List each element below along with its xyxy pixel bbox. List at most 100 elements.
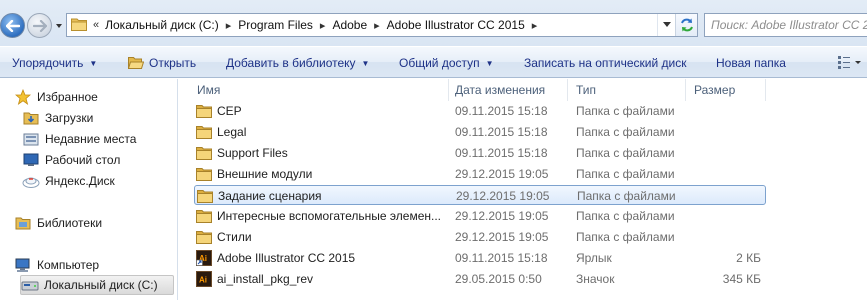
- star-icon: [14, 88, 32, 106]
- file-type: Значок: [576, 272, 615, 286]
- file-name-cell: Legal: [196, 122, 452, 142]
- file-row[interactable]: Стили 29.12.2015 19:05 Папка с файлами: [194, 227, 766, 247]
- nav-local-disk[interactable]: Локальный диск (C:): [20, 275, 174, 295]
- address-dropdown-icon[interactable]: [657, 14, 675, 36]
- file-type: Папка с файлами: [576, 125, 675, 139]
- search-input[interactable]: Поиск: Adobe Illustrator CC 2015: [704, 13, 867, 37]
- burn-label: Записать на оптический диск: [524, 56, 687, 70]
- chevron-down-icon: ▼: [89, 58, 98, 68]
- history-dropdown-icon[interactable]: [55, 22, 63, 30]
- file-type: Папка с файлами: [576, 167, 675, 181]
- file-name-cell: Задание сценария: [197, 186, 453, 206]
- nav-favorites[interactable]: Избранное: [14, 87, 192, 107]
- view-options-button[interactable]: [837, 55, 863, 69]
- file-name: ai_install_pkg_rev: [217, 272, 314, 286]
- breadcrumb-separator-icon[interactable]: ▸: [320, 19, 326, 32]
- file-name: Стили: [217, 230, 252, 244]
- nav-computer-label: Компьютер: [37, 258, 100, 272]
- breadcrumb-adobe[interactable]: Adobe: [332, 18, 367, 32]
- file-row[interactable]: Ai Adobe Illustrator CC 2015 09.11.2015 15…: [194, 248, 766, 268]
- add-to-library-button[interactable]: Добавить в библиотеку ▼: [220, 51, 375, 75]
- address-box[interactable]: « Локальный диск (C:) ▸ Program Files ▸ …: [66, 13, 698, 37]
- file-name-cell: Интересные вспомогательные элемен...: [196, 206, 452, 226]
- nav-yandex-disk[interactable]: Яндекс.Диск: [22, 171, 200, 191]
- burn-button[interactable]: Записать на оптический диск: [518, 51, 693, 75]
- refresh-icon[interactable]: [675, 14, 697, 36]
- breadcrumb-separator-icon[interactable]: ▸: [532, 19, 538, 32]
- folder-icon: [197, 188, 213, 204]
- share-button[interactable]: Общий доступ ▼: [393, 51, 500, 75]
- folder-icon: [196, 145, 212, 161]
- chevron-down-icon: ▼: [485, 58, 494, 68]
- nav-downloads[interactable]: Загрузки: [22, 108, 200, 128]
- file-date: 29.05.2015 0:50: [455, 272, 542, 286]
- nav-desktop[interactable]: Рабочий стол: [22, 150, 200, 170]
- file-type: Папка с файлами: [576, 230, 675, 244]
- column-header-size[interactable]: Размер: [686, 79, 766, 101]
- breadcrumb-overflow[interactable]: «: [93, 19, 99, 31]
- organize-label: Упорядочить: [12, 56, 84, 70]
- downloads-folder-icon: [22, 109, 40, 127]
- add-to-library-label: Добавить в библиотеку: [226, 56, 356, 70]
- file-name: Задание сценария: [218, 189, 322, 203]
- file-size: [694, 101, 761, 121]
- file-row[interactable]: Ai ai_install_pkg_rev 29.05.2015 0:50 Значо…: [194, 269, 766, 289]
- nav-computer[interactable]: Компьютер: [14, 255, 192, 275]
- file-list: Имя Дата изменения Тип Размер CEP 09.11.2…: [179, 79, 867, 300]
- open-button[interactable]: Открыть: [122, 51, 202, 75]
- chevron-down-icon: ▼: [361, 58, 370, 68]
- nav-recent-places[interactable]: Недавние места: [22, 129, 200, 149]
- back-button[interactable]: [0, 13, 25, 38]
- svg-text:Ai: Ai: [199, 276, 207, 285]
- breadcrumb-separator-icon[interactable]: ▸: [226, 19, 232, 32]
- nav-libraries-label: Библиотеки: [37, 216, 103, 230]
- file-name: Внешние модули: [217, 167, 313, 181]
- file-row[interactable]: Задание сценария 29.12.2015 19:05 Папка с …: [194, 185, 766, 205]
- folder-icon: [196, 229, 212, 245]
- file-date: 29.12.2015 19:05: [455, 230, 549, 244]
- breadcrumb-illustrator[interactable]: Adobe Illustrator CC 2015: [387, 18, 525, 32]
- breadcrumb-local-disk[interactable]: Локальный диск (C:): [105, 18, 219, 32]
- folder-icon: [196, 103, 212, 119]
- file-name-cell: Support Files: [196, 143, 452, 163]
- file-size: [694, 227, 761, 247]
- column-header-name[interactable]: Имя: [189, 79, 449, 101]
- file-size: [695, 186, 762, 206]
- file-row[interactable]: CEP 09.11.2015 15:18 Папка с файлами: [194, 101, 766, 121]
- nav-libraries[interactable]: Библиотеки: [14, 213, 192, 233]
- file-date: 09.11.2015 15:18: [455, 251, 548, 265]
- file-date: 09.11.2015 15:18: [455, 146, 548, 160]
- file-date: 09.11.2015 15:18: [455, 104, 548, 118]
- view-options-icon: [838, 56, 861, 69]
- recent-places-icon: [22, 130, 40, 148]
- folder-icon: [196, 166, 212, 182]
- file-name: Legal: [217, 125, 247, 139]
- file-row[interactable]: Внешние модули 29.12.2015 19:05 Папка с фа…: [194, 164, 766, 184]
- column-size-label: Размер: [694, 83, 736, 97]
- nav-downloads-label: Загрузки: [45, 111, 94, 125]
- file-type: Папка с файлами: [576, 146, 675, 160]
- file-name-cell: CEP: [196, 101, 452, 121]
- nav-recent-places-label: Недавние места: [45, 132, 137, 146]
- organize-button[interactable]: Упорядочить ▼: [6, 51, 103, 75]
- breadcrumb-program-files[interactable]: Program Files: [238, 18, 313, 32]
- back-arrow-icon: [5, 19, 20, 32]
- new-folder-button[interactable]: Новая папка: [710, 51, 792, 75]
- file-type: Папка с файлами: [576, 104, 675, 118]
- nav-local-disk-label: Локальный диск (C:): [44, 278, 158, 292]
- file-name: Интересные вспомогательные элемен...: [217, 209, 441, 223]
- column-type-label: Тип: [576, 83, 597, 97]
- forward-button[interactable]: [27, 13, 52, 38]
- file-type: Папка с файлами: [576, 209, 675, 223]
- column-header-date[interactable]: Дата изменения: [447, 79, 568, 101]
- file-row[interactable]: Legal 09.11.2015 15:18 Папка с файлами: [194, 122, 766, 142]
- file-date: 29.12.2015 19:05: [456, 189, 550, 203]
- file-size: [694, 122, 761, 142]
- nav-desktop-label: Рабочий стол: [45, 153, 121, 167]
- file-row[interactable]: Интересные вспомогательные элемен... 29.1…: [194, 206, 766, 226]
- file-name: Adobe Illustrator CC 2015: [217, 251, 356, 265]
- breadcrumb-separator-icon[interactable]: ▸: [374, 19, 380, 32]
- column-header-type[interactable]: Тип: [568, 79, 686, 101]
- file-row[interactable]: Support Files 09.11.2015 15:18 Папка с фай…: [194, 143, 766, 163]
- folder-icon: [71, 17, 87, 34]
